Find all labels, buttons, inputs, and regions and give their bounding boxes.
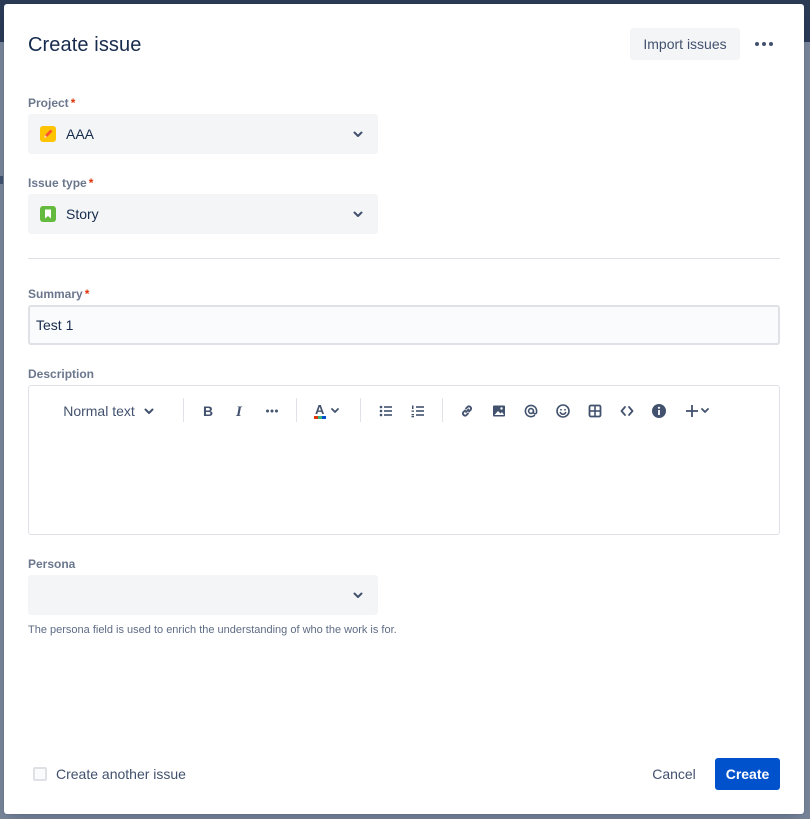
code-icon[interactable] <box>615 399 639 423</box>
chevron-down-icon <box>144 408 154 414</box>
issue-type-select[interactable]: Story <box>28 194 378 234</box>
text-color-icon[interactable]: A <box>310 399 346 423</box>
project-value: AAA <box>66 126 95 142</box>
mention-icon[interactable] <box>519 399 543 423</box>
project-pencil-icon <box>40 126 56 142</box>
persona-select[interactable] <box>28 575 378 615</box>
dialog-title: Create issue <box>28 34 142 56</box>
section-divider <box>28 258 780 259</box>
required-mark: * <box>88 176 94 190</box>
description-editor[interactable]: Normal text B I A <box>28 385 780 535</box>
toolbar-separator <box>183 398 184 422</box>
toolbar-separator <box>296 398 297 422</box>
bold-icon[interactable]: B <box>196 399 220 423</box>
project-select[interactable]: AAA <box>28 114 378 154</box>
info-panel-icon[interactable] <box>647 399 671 423</box>
issue-type-label: Issue type * <box>28 176 94 190</box>
import-issues-button[interactable]: Import issues <box>630 28 740 60</box>
chevron-down-icon <box>353 131 363 137</box>
link-icon[interactable] <box>455 399 479 423</box>
required-mark: * <box>70 96 76 110</box>
persona-label: Persona <box>28 557 76 571</box>
toolbar-separator <box>360 398 361 422</box>
numbered-list-icon[interactable] <box>406 399 430 423</box>
svg-text:B: B <box>203 403 213 419</box>
summary-input[interactable] <box>28 305 780 345</box>
text-style-label: Normal text <box>63 403 135 419</box>
svg-text:A: A <box>315 402 325 417</box>
insert-plus-icon[interactable] <box>681 399 717 423</box>
story-bookmark-icon <box>40 206 56 222</box>
summary-label: Summary * <box>28 287 90 301</box>
create-button[interactable]: Create <box>715 758 780 790</box>
more-horizontal-icon[interactable] <box>748 32 780 56</box>
toolbar-separator <box>442 398 443 422</box>
issue-type-value: Story <box>66 206 99 222</box>
project-label: Project * <box>28 96 76 110</box>
required-mark: * <box>84 287 90 301</box>
persona-help-text: The persona field is used to enrich the … <box>28 624 397 636</box>
bullet-list-icon[interactable] <box>374 399 398 423</box>
emoji-icon[interactable] <box>551 399 575 423</box>
backdrop-fragment <box>0 176 3 184</box>
svg-text:I: I <box>235 404 243 419</box>
create-another-label[interactable]: Create another issue <box>56 766 186 782</box>
more-formatting-icon[interactable] <box>260 399 284 423</box>
chevron-down-icon <box>353 211 363 217</box>
description-label: Description <box>28 367 95 381</box>
image-icon[interactable] <box>487 399 511 423</box>
italic-icon[interactable]: I <box>228 399 252 423</box>
editor-toolbar: Normal text B I A <box>29 396 779 426</box>
table-icon[interactable] <box>583 399 607 423</box>
create-issue-dialog: Create issue Import issues Project * AAA … <box>4 4 804 814</box>
text-style-dropdown[interactable]: Normal text <box>57 399 161 423</box>
create-another-checkbox[interactable] <box>33 767 47 781</box>
cancel-button[interactable]: Cancel <box>645 758 703 790</box>
chevron-down-icon <box>353 592 363 598</box>
